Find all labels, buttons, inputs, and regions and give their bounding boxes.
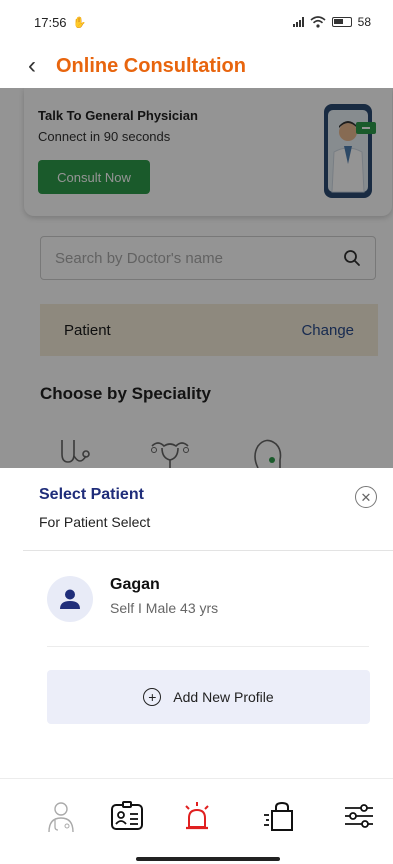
nav-shop[interactable] (262, 799, 296, 833)
patient-name: Gagan (110, 576, 160, 593)
filter-icon (345, 804, 373, 828)
back-chevron-icon[interactable]: ‹ (28, 54, 36, 78)
battery-level: 58 (357, 15, 371, 29)
status-left: 17:56 ✋ (34, 15, 86, 30)
close-icon[interactable]: ✕ (355, 486, 377, 508)
status-time: 17:56 (34, 14, 67, 30)
nav-emergency[interactable] (180, 799, 214, 833)
doctor-icon (48, 802, 74, 832)
wifi-icon (310, 16, 326, 28)
modal-backdrop[interactable] (0, 88, 393, 468)
patient-details: Self I Male 43 yrs (110, 600, 219, 616)
patient-list-item[interactable]: Gagan Self I Male 43 yrs (47, 572, 367, 630)
shopping-bag-icon (264, 801, 293, 831)
nav-doctor[interactable] (44, 799, 78, 833)
status-bar: 17:56 ✋ 58 (0, 0, 393, 44)
select-patient-sheet: Select Patient For Patient Select ✕ Gaga… (23, 468, 393, 778)
signal-icon (292, 17, 304, 27)
page-title: Online Consultation (56, 54, 246, 77)
battery-icon (331, 17, 352, 27)
sheet-divider (23, 550, 393, 551)
home-indicator[interactable] (136, 857, 280, 861)
add-profile-label: Add New Profile (173, 689, 274, 705)
app-header: ‹ Online Consultation (0, 44, 393, 88)
person-icon (60, 589, 80, 609)
hand-icon: ✋ (72, 16, 87, 29)
bottom-navigation (0, 778, 393, 864)
list-divider (47, 646, 369, 647)
avatar (47, 576, 93, 622)
nav-settings[interactable] (342, 799, 376, 833)
add-circle-icon: + (143, 688, 162, 706)
add-new-profile-button[interactable]: + Add New Profile (47, 670, 370, 724)
status-right: 58 (292, 15, 371, 29)
sheet-subtitle: For Patient Select (39, 514, 151, 530)
id-card-icon (111, 801, 143, 830)
alarm-icon (185, 802, 209, 830)
sheet-title: Select Patient (39, 486, 144, 503)
nav-records[interactable] (110, 799, 144, 833)
